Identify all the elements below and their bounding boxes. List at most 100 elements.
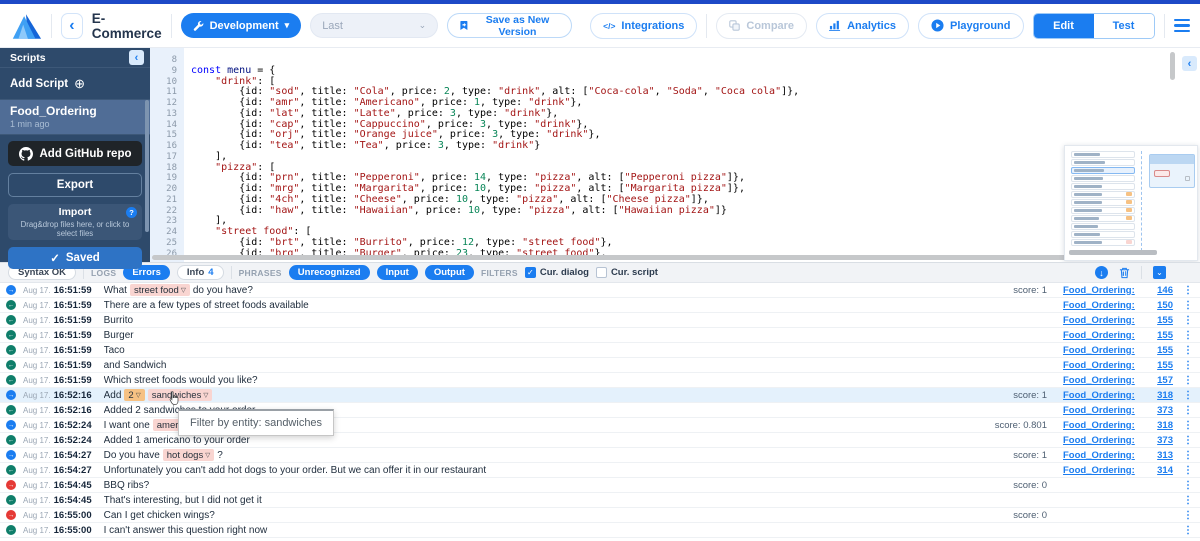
filter-funnel-icon[interactable]: ▽ (205, 451, 210, 459)
script-link[interactable]: Food_Ordering: (1063, 435, 1147, 446)
unrecognized-filter-pill[interactable]: Unrecognized (289, 265, 370, 280)
log-row[interactable]: →Aug 17.16:54:27Do you have hot dogs▽ ?s… (0, 448, 1200, 463)
playground-button[interactable]: Playground (918, 13, 1024, 39)
export-button[interactable]: Export (8, 173, 142, 197)
row-menu-icon[interactable]: ⋮ (1182, 450, 1194, 461)
add-script-button[interactable]: Add Script ⊕ (0, 72, 150, 96)
log-row[interactable]: ←Aug 17.16:51:59Which street foods would… (0, 373, 1200, 388)
script-link[interactable]: Food_Ordering: (1063, 420, 1147, 431)
log-row[interactable]: →Aug 17.16:54:45BBQ ribs?score: 0⋮ (0, 478, 1200, 493)
help-icon[interactable]: ? (126, 207, 137, 218)
log-row[interactable]: ←Aug 17.16:54:27Unfortunately you can't … (0, 463, 1200, 478)
script-item-food-ordering[interactable]: Food_Ordering 1 min ago (0, 99, 150, 135)
script-link[interactable]: Food_Ordering: (1063, 300, 1147, 311)
analytics-button[interactable]: Analytics (816, 13, 909, 39)
code-editor[interactable]: 89const menu = {10 "drink": [11 {id: "so… (150, 48, 1200, 262)
cur-script-checkbox[interactable]: Cur. script (596, 267, 658, 278)
script-line-link[interactable]: 373 (1147, 435, 1173, 446)
row-menu-icon[interactable]: ⋮ (1182, 435, 1194, 446)
row-menu-icon[interactable]: ⋮ (1182, 420, 1194, 431)
entity-chip[interactable]: sandwiches▽ (148, 389, 213, 401)
edit-tab[interactable]: Edit (1034, 14, 1094, 38)
hamburger-menu-icon[interactable] (1174, 19, 1191, 33)
script-link[interactable]: Food_Ordering: (1063, 465, 1147, 476)
row-menu-icon[interactable]: ⋮ (1182, 495, 1194, 506)
row-menu-icon[interactable]: ⋮ (1182, 285, 1194, 296)
script-link[interactable]: Food_Ordering: (1063, 345, 1147, 356)
row-menu-icon[interactable]: ⋮ (1182, 390, 1194, 401)
log-row[interactable]: ←Aug 17.16:54:45That's interesting, but … (0, 493, 1200, 508)
sidebar-scrollbar[interactable] (145, 100, 149, 232)
log-row[interactable]: →Aug 17.16:52:16Add 2▽sandwiches▽score: … (0, 388, 1200, 403)
environment-dropdown[interactable]: Development ▾ (181, 13, 302, 38)
back-button[interactable]: ‹ (61, 13, 83, 39)
script-link[interactable]: Food_Ordering: (1063, 450, 1147, 461)
script-link[interactable]: Food_Ordering: (1063, 375, 1147, 386)
log-row[interactable]: ←Aug 17.16:51:59There are a few types of… (0, 298, 1200, 313)
script-line-link[interactable]: 157 (1147, 375, 1173, 386)
script-link[interactable]: Food_Ordering: (1063, 330, 1147, 341)
script-line-link[interactable]: 314 (1147, 465, 1173, 476)
log-row[interactable]: ←Aug 17.16:51:59TacoFood_Ordering:155⋮ (0, 343, 1200, 358)
editor-horizontal-scrollbar[interactable] (152, 255, 1088, 260)
clear-logs-trash-icon[interactable] (1119, 267, 1130, 279)
row-menu-icon[interactable]: ⋮ (1182, 480, 1194, 491)
script-line-link[interactable]: 155 (1147, 345, 1173, 356)
row-menu-icon[interactable]: ⋮ (1182, 465, 1194, 476)
script-line-link[interactable]: 155 (1147, 330, 1173, 341)
scroll-to-bottom-button[interactable]: ⌄ (1153, 266, 1166, 279)
row-menu-icon[interactable]: ⋮ (1182, 345, 1194, 356)
script-line-link[interactable]: 318 (1147, 390, 1173, 401)
input-filter-pill[interactable]: Input (377, 265, 418, 280)
row-menu-icon[interactable]: ⋮ (1182, 300, 1194, 311)
script-link[interactable]: Food_Ordering: (1063, 285, 1147, 296)
filter-funnel-icon[interactable]: ▽ (203, 391, 208, 399)
script-link[interactable]: Food_Ordering: (1063, 405, 1147, 416)
output-filter-pill[interactable]: Output (425, 265, 474, 280)
entity-chip[interactable]: street food▽ (130, 284, 190, 296)
row-menu-icon[interactable]: ⋮ (1182, 405, 1194, 416)
line-number: 16 (150, 141, 184, 152)
row-menu-icon[interactable]: ⋮ (1182, 510, 1194, 521)
script-line-link[interactable]: 155 (1147, 315, 1173, 326)
info-filter-pill[interactable]: Info4 (177, 265, 224, 280)
saved-button[interactable]: ✓ Saved (8, 247, 142, 269)
right-panel-collapse-button[interactable]: ‹ (1182, 56, 1197, 71)
script-line-link[interactable]: 150 (1147, 300, 1173, 311)
row-menu-icon[interactable]: ⋮ (1182, 330, 1194, 341)
script-line-link[interactable]: 318 (1147, 420, 1173, 431)
log-row[interactable]: ←Aug 17.16:51:59BurgerFood_Ordering:155⋮ (0, 328, 1200, 343)
script-link[interactable]: Food_Ordering: (1063, 360, 1147, 371)
log-row[interactable]: →Aug 17.16:51:59What street food▽ do you… (0, 283, 1200, 298)
download-logs-icon[interactable]: ↓ (1095, 266, 1108, 279)
add-github-repo-button[interactable]: Add GitHub repo (8, 141, 142, 166)
script-line-link[interactable]: 146 (1147, 285, 1173, 296)
log-row[interactable]: ←Aug 17.16:55:00I can't answer this ques… (0, 523, 1200, 538)
row-menu-icon[interactable]: ⋮ (1182, 315, 1194, 326)
log-row[interactable]: →Aug 17.16:55:00Can I get chicken wings?… (0, 508, 1200, 523)
save-as-new-version-button[interactable]: Save as New Version (447, 13, 572, 38)
editor-vertical-scrollbar[interactable] (1170, 52, 1175, 80)
filter-funnel-icon[interactable]: ▽ (136, 391, 141, 399)
test-tab[interactable]: Test (1094, 14, 1154, 38)
cur-dialog-checkbox[interactable]: ✓ Cur. dialog (525, 267, 589, 278)
compare-button[interactable]: Compare (716, 13, 807, 39)
script-link[interactable]: Food_Ordering: (1063, 315, 1147, 326)
row-menu-icon[interactable]: ⋮ (1182, 375, 1194, 386)
number-chip[interactable]: 2▽ (124, 389, 144, 401)
version-select[interactable]: Last ⌄ (310, 13, 438, 38)
script-line-link[interactable]: 313 (1147, 450, 1173, 461)
entity-chip[interactable]: hot dogs▽ (163, 449, 214, 461)
log-row[interactable]: ←Aug 17.16:51:59BurritoFood_Ordering:155… (0, 313, 1200, 328)
script-line-link[interactable]: 155 (1147, 360, 1173, 371)
integrations-button[interactable]: </> Integrations (590, 13, 697, 39)
alan-logo-icon[interactable] (10, 13, 42, 39)
filter-funnel-icon[interactable]: ▽ (181, 286, 186, 294)
log-row[interactable]: ←Aug 17.16:51:59and SandwichFood_Orderin… (0, 358, 1200, 373)
import-dropzone[interactable]: ? Import Drag&drop files here, or click … (8, 204, 142, 240)
sidebar-collapse-button[interactable]: ‹ (129, 50, 144, 65)
script-link[interactable]: Food_Ordering: (1063, 390, 1147, 401)
row-menu-icon[interactable]: ⋮ (1182, 525, 1194, 536)
row-menu-icon[interactable]: ⋮ (1182, 360, 1194, 371)
script-line-link[interactable]: 373 (1147, 405, 1173, 416)
